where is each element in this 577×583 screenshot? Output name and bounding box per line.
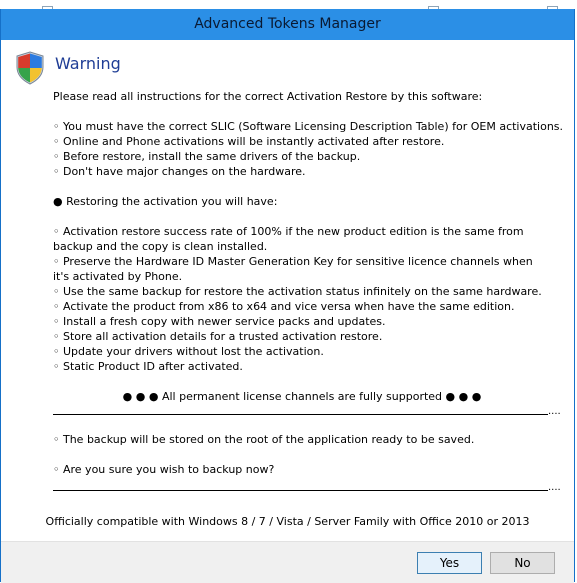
backup-text: ◦ The backup will be stored on the root … [53,432,553,477]
benefit-item: ◦ Activate the product from x86 to x64 a… [53,300,515,313]
separator-dots: .... [548,482,561,493]
instructions-text: Please read all instructions for the cor… [53,89,564,404]
channels-note: ● ● ● All permanent license channels are… [122,390,482,403]
yes-button[interactable]: Yes [417,552,482,574]
benefit-item: ◦ Preserve the Hardware ID Master Genera… [53,255,533,283]
benefit-item: ◦ Static Product ID after activated. [53,360,243,373]
compatibility-text: Officially compatible with Windows 8 / 7… [45,515,530,528]
separator-line [53,414,548,415]
shield-icon [16,51,44,85]
separator-line [53,490,548,491]
requirement-item: ◦ Online and Phone activations will be i… [53,135,445,148]
window-title: Advanced Tokens Manager [194,16,381,32]
requirement-item: ◦ Before restore, install the same drive… [53,150,361,163]
requirement-item: ◦ Don't have major changes on the hardwa… [53,165,306,178]
restoring-heading: ● Restoring the activation you will have… [53,195,278,208]
separator-dots: .... [548,406,561,417]
intro-text: Please read all instructions for the cor… [53,90,483,103]
benefit-item: ◦ Activation restore success rate of 100… [53,225,524,253]
benefit-item: ◦ Store all activation details for a tru… [53,330,383,343]
benefit-item: ◦ Install a fresh copy with newer servic… [53,315,386,328]
requirement-item: ◦ You must have the correct SLIC (Softwa… [53,120,564,133]
benefit-item: ◦ Update your drivers without lost the a… [53,345,324,358]
no-button[interactable]: No [490,552,555,574]
button-bar: Yes No [1,541,574,583]
title-bar[interactable]: Advanced Tokens Manager [1,9,574,40]
benefit-item: ◦ Use the same backup for restore the ac… [53,285,542,298]
backup-question: ◦ Are you sure you wish to backup now? [53,463,275,476]
backup-note: ◦ The backup will be stored on the root … [53,433,475,446]
dialog-heading: Warning [55,54,121,73]
dialog-window: Advanced Tokens Manager Warning Please r… [0,9,575,583]
